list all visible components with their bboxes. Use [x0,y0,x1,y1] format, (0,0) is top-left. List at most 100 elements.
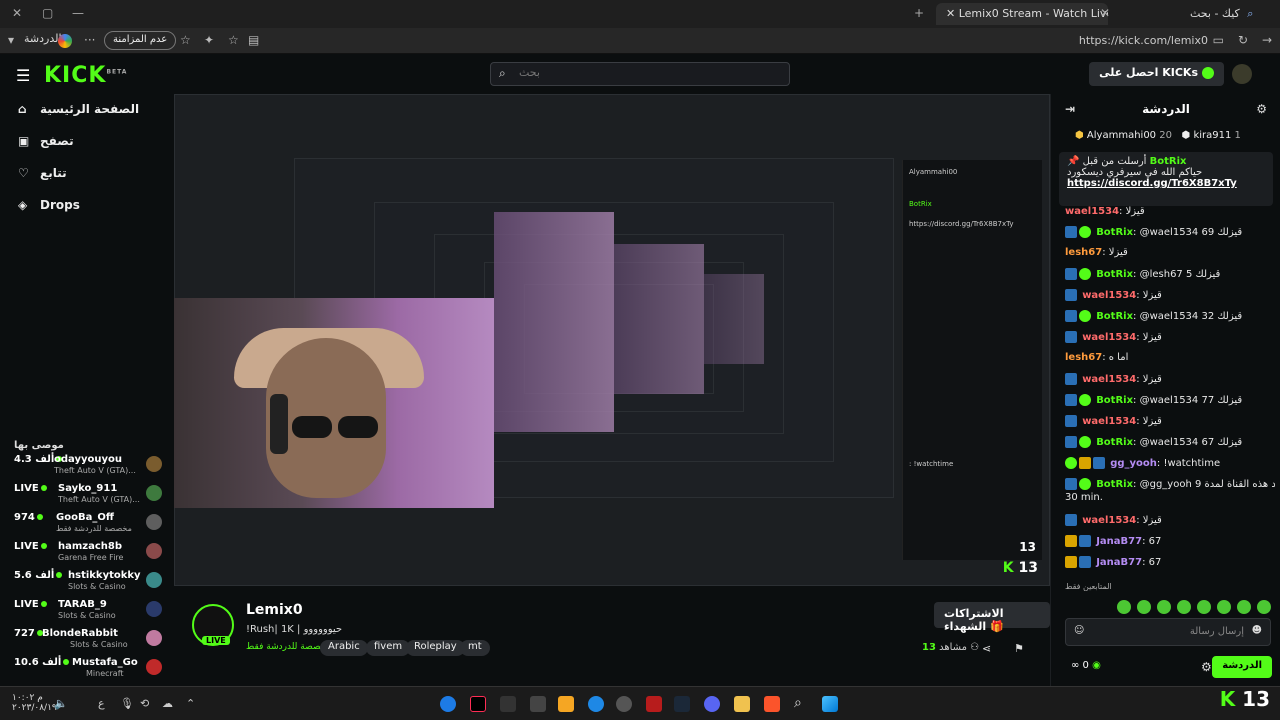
collapse-chat-icon[interactable]: ⇥ [1065,102,1075,116]
copilot-icon[interactable] [58,34,72,48]
profile-label[interactable]: الدردشة [24,32,62,45]
edge-icon[interactable] [440,696,456,712]
sidebar-channel[interactable]: 4.3 ألف odayyouyou Theft Auto V (GTA)... [14,454,164,480]
sidebar-channel[interactable]: 974 GooBa_Off مخصصة للدردشة فقط [14,512,164,538]
steam-icon[interactable] [674,696,690,712]
emote-icon[interactable] [1217,600,1231,614]
kick-k-icon: K [1219,687,1236,711]
emote-icon[interactable] [1237,600,1251,614]
app-icon[interactable] [646,696,662,712]
app-icon[interactable] [588,696,604,712]
channel-name[interactable]: Lemix0 [246,602,303,618]
stream-category[interactable]: مخصصة للدردشة فقط [246,642,331,652]
network-icon[interactable]: ⟲ [140,697,149,710]
settings-icon[interactable]: ⚙ [1201,660,1212,674]
tab-lemix0-stream[interactable]: ✕ Lemix0 Stream - Watch Live on Kic K [936,3,1108,25]
tray-expand-icon[interactable]: ⌃ [186,697,195,710]
badge-icon [1065,478,1077,490]
get-kicks-button[interactable]: احصل على KICKs [1089,62,1224,86]
windows-start-icon[interactable] [822,696,838,712]
discord-link[interactable]: https://discord.gg/Tr6X8B7xTy [1067,178,1265,189]
emote-icon[interactable] [1157,600,1171,614]
chat-panel: ⇥ الدردشة ⚙ ⬢ Alyammahi00 20 ⬢ kira911 1… [1050,94,1280,686]
extensions-icon[interactable]: ✦ [204,33,214,47]
tiktok-icon[interactable] [470,696,486,712]
app-icon[interactable] [530,696,546,712]
search-icon[interactable]: ⌕ [794,695,802,711]
channel-points[interactable]: ∞ 0 ◉ [1071,660,1101,671]
tag-chip[interactable]: fivem [366,640,411,656]
gift-icon: 🎁 [989,620,1004,633]
badge-icon [1065,373,1077,385]
sub-badge-icon [1065,535,1077,547]
clock[interactable]: ۱۰:۰۲ م ۲۰۲۳/۰۸/۱۹ [12,693,57,713]
smile-icon[interactable]: ☻ [1252,625,1262,636]
maximize-window-icon[interactable]: ▢ [42,6,53,20]
browser-address-bar: ▾ الدردشة ··· عدم المزامنة ☆ ✦ ☆ ▤ https… [0,28,1280,54]
site-info-icon[interactable]: ▭ [1213,33,1224,47]
discord-icon[interactable] [704,696,720,712]
mic-icon[interactable]: 🎙 [120,697,134,710]
new-tab-icon[interactable]: + [914,6,924,20]
search-icon: ⌕ [499,66,506,80]
sidebar-channel[interactable]: LIVE TARAB_9 Slots & Casino [14,599,164,625]
obs-icon[interactable] [616,696,632,712]
sidebar-channel[interactable]: LIVE hamzach8b Garena Free Fire [14,541,164,567]
chat-users-icon[interactable]: ⚙ [1256,102,1267,116]
user-avatar[interactable] [1232,64,1252,84]
sunglasses-shape [292,416,392,440]
cloud-icon[interactable]: ☁ [162,697,173,710]
more-menu-icon[interactable]: ··· [84,33,95,47]
menu-icon[interactable]: ☰ [16,66,30,85]
emote-icon[interactable] [1177,600,1191,614]
file-explorer-icon[interactable] [734,696,750,712]
add-favorite-icon[interactable]: ☆ [228,33,239,47]
emote-icon[interactable] [1197,600,1211,614]
pinned-message[interactable]: 📌 أرسلت من قبل BotRix حياكم الله في سيرف… [1059,152,1273,206]
tab-close-icon[interactable]: ✕ [1100,6,1110,20]
minimize-window-icon[interactable]: — [72,6,84,20]
sidebar-channel[interactable]: 5.6 ألف hstikkytokky Slots & Casino [14,570,164,596]
keyboard-lang-icon[interactable]: ع [98,697,105,710]
url-field[interactable]: https://kick.com/lemix0 [1079,34,1208,47]
kick-k-icon: K [1002,560,1014,576]
sidebar-channel[interactable]: 10.6 ألف Mustafa_Go Minecraft [14,657,164,683]
bot-badge-icon [1079,436,1091,448]
subscribe-button[interactable]: الاشتراكات الشهداء 🎁 [934,602,1050,633]
close-window-icon[interactable]: ✕ [12,6,22,20]
reader-mode-icon[interactable]: ▤ [248,33,259,47]
tag-chip[interactable]: Arabic [320,640,368,656]
video-player[interactable]: Alyammahi00 BotRix https://discord.gg/Tr… [174,94,1050,586]
sidebar-channel[interactable]: LIVE Sayko_911 Theft Auto V (GTA)... [14,483,164,509]
back-icon[interactable]: → [1262,33,1272,47]
windows-taskbar: ۱۰:۰۲ م ۲۰۲۳/۰۸/۱۹ 🔈 ع 🎙 ⟲ ☁ ⌃ ⌕ K 13 [0,686,1280,720]
tab-close-icon[interactable]: ✕ [946,7,955,20]
share-icon[interactable]: ⋖ [982,642,991,655]
sync-status-button[interactable]: عدم المزامنة [104,31,177,50]
chat-input[interactable]: ☺ إرسال رسالة ☻ [1065,618,1271,646]
chat-send-button[interactable]: الدردشة [1212,656,1272,678]
kick-logo[interactable]: KICKBETA [44,63,127,88]
favorites-icon[interactable]: ☆ [180,33,191,47]
report-icon[interactable]: ⚑ [1014,642,1024,655]
sidebar-channel[interactable]: 727 BlondeRabbit Slots & Casino [14,628,164,654]
volume-icon[interactable]: 🔈 [54,697,68,710]
refresh-icon[interactable]: ↻ [1238,33,1248,47]
badge-icon [1065,436,1077,448]
kick-top-nav: ☰ KICKBETA ⌕ بحث ▦ احصل على KICKs [0,54,1280,94]
emote-icon[interactable] [1257,600,1271,614]
search-input[interactable]: ⌕ بحث [490,62,790,86]
tag-chip[interactable]: mt [460,640,490,656]
emote-icon[interactable] [1117,600,1131,614]
brave-icon[interactable] [764,696,780,712]
tag-chip[interactable]: Roleplay [406,640,465,656]
epic-games-icon[interactable] [500,696,516,712]
tab-kick-search[interactable]: كيك - بحث ⌕ [1180,3,1276,25]
stream-title: !Rush| 1K | حيوووووو [246,624,343,635]
app-icon[interactable] [558,696,574,712]
tab-actions-icon[interactable]: ▾ [8,33,14,47]
emote-icon[interactable] [1137,600,1151,614]
emoji-icon[interactable]: ☺ [1074,625,1084,636]
badge-icon [1065,514,1077,526]
badge-icon [1065,331,1077,343]
